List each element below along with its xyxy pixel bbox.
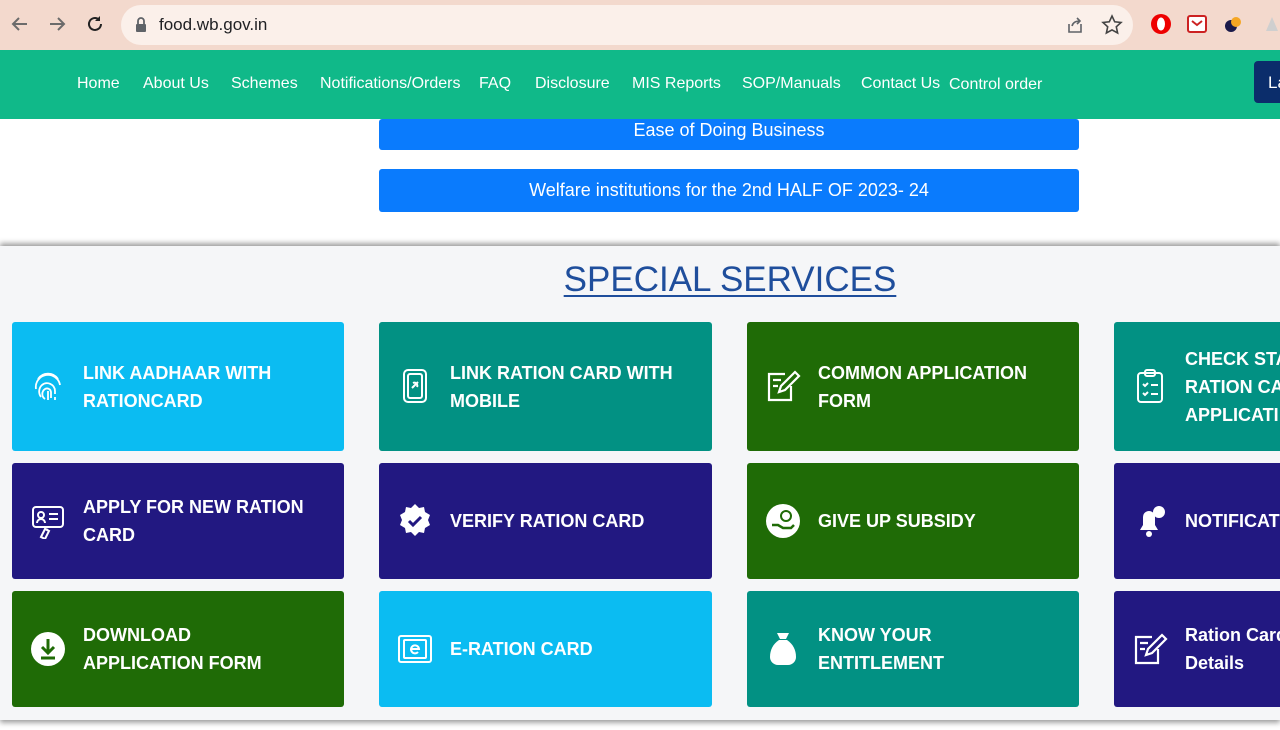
apply-new-ration-tile[interactable]: APPLY FOR NEW RATION CARD	[12, 463, 344, 579]
tile-label: DOWNLOAD APPLICATION FORM	[83, 625, 262, 673]
extensions-icon[interactable]	[1262, 13, 1280, 35]
tile-label: GIVE UP SUBSIDY	[818, 511, 976, 531]
tile-label: LINK RATION CARD WITH MOBILE	[450, 363, 673, 411]
welfare-institutions-button[interactable]: Welfare institutions for the 2nd HALF OF…	[379, 169, 1079, 212]
tile-label: LINK AADHAAR WITH RATIONCARD	[83, 363, 272, 411]
download-form-tile[interactable]: DOWNLOAD APPLICATION FORM	[12, 591, 344, 707]
address-bar[interactable]: food.wb.gov.in	[121, 5, 1133, 45]
shield-extension-icon[interactable]	[1186, 13, 1208, 35]
nav-disclosure[interactable]: Disclosure	[535, 75, 610, 93]
nav-home[interactable]: Home	[77, 75, 120, 93]
hand-coin-icon	[765, 503, 801, 539]
nav-schemes[interactable]: Schemes	[231, 75, 298, 93]
ease-of-doing-business-button[interactable]: Ease of Doing Business	[379, 119, 1079, 150]
language-button[interactable]: La	[1254, 61, 1280, 103]
mobile-icon	[397, 368, 433, 404]
e-card-icon	[397, 631, 433, 667]
nav-about-us[interactable]: About Us	[143, 75, 209, 93]
notifications-tile[interactable]: NOTIFICAT	[1114, 463, 1280, 579]
check-status-tile[interactable]: CHECK STA RATION CA APPLICATI	[1114, 322, 1280, 451]
form-edit-icon	[765, 368, 801, 404]
tile-label: APPLY FOR NEW RATION CARD	[83, 497, 304, 545]
forward-icon[interactable]	[43, 10, 71, 38]
nav-contact-us[interactable]: Contact Us	[861, 75, 940, 93]
nav-control-order[interactable]: Control order	[949, 76, 1042, 94]
e-ration-card-tile[interactable]: E-RATION CARD	[379, 591, 712, 707]
tile-label: CHECK STA RATION CA APPLICATI	[1185, 349, 1280, 425]
tile-label: KNOW YOUR ENTITLEMENT	[818, 625, 944, 673]
color-extension-icon[interactable]	[1222, 13, 1244, 35]
share-icon[interactable]	[1065, 15, 1085, 40]
site-navigation: Home About Us Schemes Notifications/Orde…	[0, 50, 1280, 119]
know-entitlement-tile[interactable]: KNOW YOUR ENTITLEMENT	[747, 591, 1079, 707]
tile-label: VERIFY RATION CARD	[450, 511, 645, 531]
ration-card-details-tile[interactable]: Ration Card Details	[1114, 591, 1280, 707]
lock-icon[interactable]	[135, 17, 147, 38]
url-text[interactable]: food.wb.gov.in	[159, 15, 267, 35]
grain-sack-icon	[765, 631, 801, 667]
nav-notifications-orders[interactable]: Notifications/Orders	[320, 75, 461, 93]
verified-badge-icon	[397, 503, 433, 539]
reload-icon[interactable]	[81, 10, 109, 38]
bookmark-star-icon[interactable]	[1101, 14, 1123, 41]
download-icon	[30, 631, 66, 667]
id-card-icon	[30, 503, 66, 539]
form-edit-icon	[1132, 631, 1168, 667]
special-services-title[interactable]: SPECIAL SERVICES	[0, 260, 1280, 300]
fingerprint-icon	[30, 368, 66, 404]
tile-label: Ration Card Details	[1185, 625, 1280, 673]
verify-ration-tile[interactable]: VERIFY RATION CARD	[379, 463, 712, 579]
give-up-subsidy-tile[interactable]: GIVE UP SUBSIDY	[747, 463, 1079, 579]
tile-label: NOTIFICAT	[1185, 511, 1280, 531]
back-icon[interactable]	[6, 10, 34, 38]
tile-label: COMMON APPLICATION FORM	[818, 363, 1027, 411]
special-services-section: SPECIAL SERVICES LINK AADHAAR WITH RATIO…	[0, 246, 1280, 720]
nav-faq[interactable]: FAQ	[479, 75, 511, 93]
link-mobile-tile[interactable]: LINK RATION CARD WITH MOBILE	[379, 322, 712, 451]
nav-sop-manuals[interactable]: SOP/Manuals	[742, 75, 841, 93]
link-aadhaar-tile[interactable]: LINK AADHAAR WITH RATIONCARD	[12, 322, 344, 451]
opera-extension-icon[interactable]	[1150, 13, 1172, 35]
nav-mis-reports[interactable]: MIS Reports	[632, 75, 721, 93]
checklist-icon	[1132, 368, 1168, 404]
tile-label: E-RATION CARD	[450, 639, 593, 659]
common-application-tile[interactable]: COMMON APPLICATION FORM	[747, 322, 1079, 451]
bell-icon	[1132, 503, 1168, 539]
browser-toolbar: food.wb.gov.in	[0, 0, 1280, 50]
